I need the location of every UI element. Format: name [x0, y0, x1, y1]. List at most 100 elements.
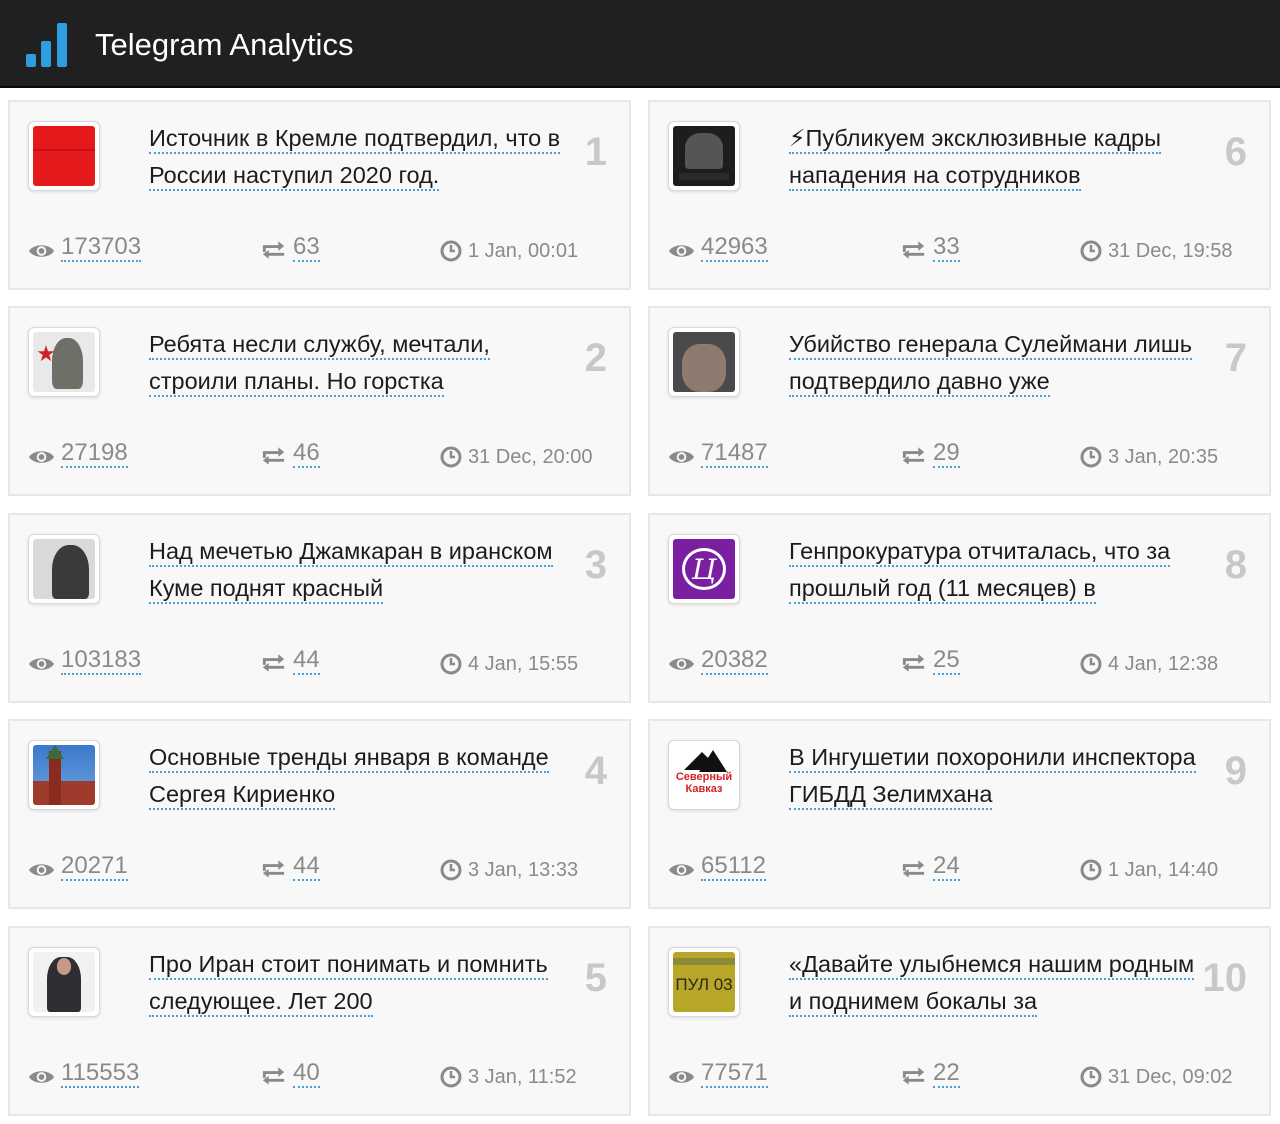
eye-icon — [28, 652, 55, 670]
app-title[interactable]: Telegram Analytics — [95, 27, 353, 63]
clock-icon — [440, 653, 462, 675]
shares-count[interactable]: 44 — [293, 647, 320, 675]
post-title[interactable]: Основные тренды января в команде Сергея … — [149, 739, 569, 813]
clock-icon — [1080, 859, 1102, 881]
clock-icon — [1080, 1066, 1102, 1088]
clock-icon — [1080, 240, 1102, 262]
channel-avatar[interactable]: Ц — [668, 534, 740, 604]
post-title[interactable]: В Ингушетии похоронили инспектора ГИБДД … — [789, 739, 1209, 813]
shares-stat[interactable]: 24 — [900, 853, 960, 881]
views-count[interactable]: 42963 — [701, 234, 768, 262]
views-stat[interactable]: 20271 — [28, 853, 128, 881]
channel-avatar[interactable]: Северный Кавказ — [668, 740, 740, 810]
post-card[interactable]: Над мечетью Джамкаран в иранском Куме по… — [8, 513, 631, 703]
post-title[interactable]: ⚡Публикуем эксклюзивные кадры нападения … — [789, 120, 1209, 194]
post-title[interactable]: Над мечетью Джамкаран в иранском Куме по… — [149, 533, 569, 607]
views-count[interactable]: 20382 — [701, 647, 768, 675]
post-card[interactable]: Про Иран стоит понимать и помнить следую… — [8, 926, 631, 1116]
post-card[interactable]: Северный Кавказ В Ингушетии похоронили и… — [648, 719, 1271, 909]
views-stat[interactable]: 42963 — [668, 234, 768, 262]
post-date: 1 Jan, 14:40 — [1080, 857, 1218, 883]
channel-avatar[interactable] — [28, 740, 100, 810]
shares-stat[interactable]: 33 — [900, 234, 960, 262]
eye-icon — [668, 445, 695, 463]
shares-count[interactable]: 63 — [293, 234, 320, 262]
eye-icon — [668, 1065, 695, 1083]
shares-count[interactable]: 25 — [933, 647, 960, 675]
shares-stat[interactable]: 40 — [260, 1060, 320, 1088]
repost-icon — [260, 1064, 287, 1085]
shares-count[interactable]: 22 — [933, 1060, 960, 1088]
post-card[interactable]: Убийство генерала Сулеймани лишь подтвер… — [648, 306, 1271, 496]
views-stat[interactable]: 77571 — [668, 1060, 768, 1088]
channel-avatar[interactable] — [28, 947, 100, 1017]
channel-avatar[interactable] — [28, 534, 100, 604]
post-card[interactable]: ★ Ребята несли службу, мечтали, строили … — [8, 306, 631, 496]
views-count[interactable]: 115553 — [61, 1060, 140, 1088]
channel-avatar[interactable]: ★ — [28, 327, 100, 397]
channel-avatar[interactable] — [668, 327, 740, 397]
post-title[interactable]: Про Иран стоит понимать и помнить следую… — [149, 946, 569, 1020]
post-card[interactable]: ПУЛ 03 «Давайте улыбнемся нашим родным и… — [648, 926, 1271, 1116]
post-date: 31 Dec, 09:02 — [1080, 1064, 1233, 1090]
views-stat[interactable]: 115553 — [28, 1060, 140, 1088]
repost-icon — [260, 651, 287, 672]
shares-stat[interactable]: 44 — [260, 853, 320, 881]
shares-count[interactable]: 40 — [293, 1060, 320, 1088]
views-count[interactable]: 173703 — [61, 234, 142, 262]
views-stat[interactable]: 103183 — [28, 647, 142, 675]
post-title[interactable]: Убийство генерала Сулеймани лишь подтвер… — [789, 326, 1209, 400]
date-text: 31 Dec, 19:58 — [1108, 240, 1233, 262]
repost-icon — [900, 651, 927, 672]
rank-number: 6 — [1224, 130, 1247, 174]
channel-avatar[interactable]: ПУЛ 03 — [668, 947, 740, 1017]
views-stat[interactable]: 71487 — [668, 440, 768, 468]
post-date: 31 Dec, 19:58 — [1080, 238, 1233, 264]
post-card[interactable]: ⚡Публикуем эксклюзивные кадры нападения … — [648, 100, 1271, 290]
post-title[interactable]: Источник в Кремле подтвердил, что в Росс… — [149, 120, 569, 194]
post-card[interactable]: Источник в Кремле подтвердил, что в Росс… — [8, 100, 631, 290]
post-title[interactable]: Генпрокуратура отчиталась, что за прошлы… — [789, 533, 1209, 607]
shares-stat[interactable]: 46 — [260, 440, 320, 468]
eye-icon — [28, 858, 55, 876]
shares-stat[interactable]: 29 — [900, 440, 960, 468]
repost-icon — [900, 238, 927, 259]
app-header: Telegram Analytics — [0, 0, 1280, 88]
views-count[interactable]: 65112 — [701, 853, 766, 881]
shares-stat[interactable]: 63 — [260, 234, 320, 262]
channel-avatar[interactable] — [28, 121, 100, 191]
clock-icon — [1080, 446, 1102, 468]
shares-count[interactable]: 24 — [933, 853, 960, 881]
views-count[interactable]: 103183 — [61, 647, 142, 675]
views-stat[interactable]: 27198 — [28, 440, 128, 468]
views-count[interactable]: 27198 — [61, 440, 128, 468]
post-title[interactable]: Ребята несли службу, мечтали, строили пл… — [149, 326, 569, 400]
post-title[interactable]: «Давайте улыбнемся нашим родным и подним… — [789, 946, 1209, 1020]
post-card[interactable]: Основные тренды января в команде Сергея … — [8, 719, 631, 909]
clock-icon — [440, 1066, 462, 1088]
rank-number: 9 — [1224, 749, 1247, 793]
bar-chart-icon[interactable] — [26, 23, 72, 67]
views-count[interactable]: 20271 — [61, 853, 128, 881]
shares-stat[interactable]: 44 — [260, 647, 320, 675]
shares-stat[interactable]: 25 — [900, 647, 960, 675]
shares-count[interactable]: 33 — [933, 234, 960, 262]
shares-count[interactable]: 29 — [933, 440, 960, 468]
shares-count[interactable]: 44 — [293, 853, 320, 881]
eye-icon — [668, 239, 695, 257]
views-count[interactable]: 71487 — [701, 440, 768, 468]
views-count[interactable]: 77571 — [701, 1060, 768, 1088]
thumb-label: ПУЛ 03 — [675, 974, 733, 994]
shares-count[interactable]: 46 — [293, 440, 320, 468]
date-text: 1 Jan, 14:40 — [1108, 859, 1219, 881]
views-stat[interactable]: 173703 — [28, 234, 142, 262]
views-stat[interactable]: 20382 — [668, 647, 768, 675]
views-stat[interactable]: 65112 — [668, 853, 766, 881]
shares-stat[interactable]: 22 — [900, 1060, 960, 1088]
rank-number: 4 — [584, 749, 607, 793]
date-text: 3 Jan, 11:52 — [468, 1066, 577, 1088]
rank-number: 3 — [584, 543, 607, 587]
post-card[interactable]: Ц Генпрокуратура отчиталась, что за прош… — [648, 513, 1271, 703]
date-text: 3 Jan, 20:35 — [1108, 446, 1219, 468]
channel-avatar[interactable] — [668, 121, 740, 191]
